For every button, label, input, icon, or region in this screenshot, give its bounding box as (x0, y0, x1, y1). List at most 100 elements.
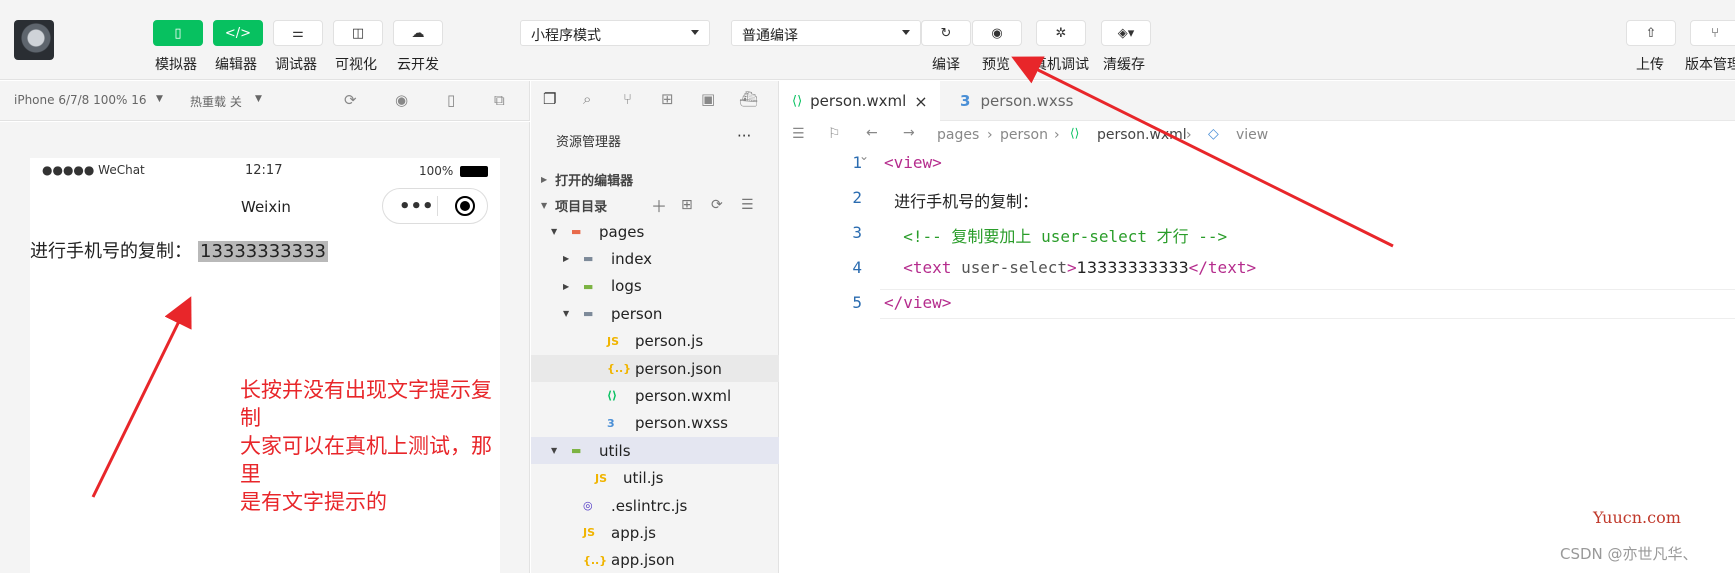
tree-item[interactable]: {..} app.json (531, 547, 779, 574)
tree-item[interactable]: JS util.js (531, 465, 779, 492)
breadcrumb-pages[interactable]: pages (937, 127, 979, 143)
chevron-down-icon: ▼ (551, 446, 558, 456)
search-icon[interactable]: ⌕ (583, 90, 591, 108)
forward-icon[interactable]: → (903, 125, 915, 141)
tree-item[interactable]: ▼ ▬ person (531, 300, 779, 327)
code-icon: </> (224, 25, 252, 41)
watermark-csdn: CSDN @亦世凡华、 (1560, 545, 1698, 563)
content-text: 进行手机号的复制： 13333333333 (30, 237, 328, 263)
upload-label: 上传 (1636, 57, 1664, 73)
fold-chevron-icon[interactable]: ⌄ (859, 149, 869, 163)
tree-item[interactable]: ▶ ▬ logs (531, 273, 779, 300)
refresh-icon[interactable]: ⟳ (711, 197, 723, 213)
explorer-more-button[interactable]: ··· (737, 127, 751, 145)
phone-number-text[interactable]: 13333333333 (198, 241, 328, 262)
close-icon[interactable]: × (914, 92, 927, 111)
tree-item-label: index (611, 249, 653, 268)
extensions-icon[interactable]: ⊞ (661, 90, 674, 108)
tree-item[interactable]: 3 person.wxss (531, 410, 779, 437)
new-folder-icon[interactable]: ⊞ (681, 197, 693, 213)
preview-button[interactable]: ◉ (972, 20, 1022, 46)
chevron-down-icon: ▼ (563, 309, 570, 319)
code-line: <text user-select>13333333333</text> (884, 258, 1256, 277)
close-capsule-icon[interactable] (455, 196, 475, 216)
chevron-down-icon: ▼ (541, 200, 548, 210)
compile-select[interactable]: 普通编译 (731, 20, 921, 46)
watermark-site: Yuucn.com (1593, 508, 1681, 527)
back-icon[interactable]: ← (866, 125, 878, 141)
capsule-button[interactable]: ••• (382, 188, 488, 224)
code-token: < (884, 153, 894, 172)
explorer-toolbar: ❐ ⌕ ⑂ ⊞ ▣ ⛴ (531, 81, 779, 121)
tree-item[interactable]: ▼ ▬ utils (531, 437, 779, 465)
upload-button[interactable]: ⇧ (1626, 20, 1676, 46)
cloud-dev-button[interactable]: ☁ (393, 20, 443, 46)
clear-cache-button[interactable]: ◈▾ (1101, 20, 1151, 46)
tree-item[interactable]: ▼ ▬ pages (531, 218, 779, 245)
device-select[interactable]: iPhone 6/7/8 100% 16 (14, 93, 147, 107)
tab-person-wxml[interactable]: ⟨⟩ person.wxml × (780, 81, 940, 121)
remote-debug-button[interactable]: ✲ (1036, 20, 1086, 46)
version-button[interactable]: ⑂ (1690, 20, 1735, 46)
nav-title: Weixin (241, 198, 291, 216)
mode-select[interactable]: 小程序模式 (520, 20, 710, 46)
editor-toggle-button[interactable]: </> (213, 20, 263, 46)
rotate-icon[interactable]: ⟳ (344, 91, 357, 109)
compile-button[interactable]: ↻ (921, 20, 971, 46)
code-line: <view> (884, 153, 942, 172)
explorer-title: 资源管理器 (556, 135, 622, 150)
bookmark-icon[interactable]: ⚐ (828, 126, 841, 142)
new-file-icon[interactable]: ＋ (651, 193, 667, 217)
tree-item[interactable]: {..} person.json (531, 355, 779, 382)
breadcrumb: ☰ ⚐ ← → pages › person › ⟨⟩ person.wxml … (792, 125, 1269, 143)
bug-icon: ✲ (1055, 25, 1067, 41)
simulator-toggle-button[interactable]: ▯ (153, 20, 203, 46)
project-dir-label: 项目目录 (555, 199, 608, 215)
chevron-down-icon: ▼ (551, 227, 558, 236)
collapse-icon[interactable]: ☰ (741, 197, 754, 213)
open-editors-section[interactable]: ▶ 打开的编辑器 (531, 167, 779, 191)
top-toolbar: ▯ </> ⚌ ◫ ☁ 模拟器 编辑器 调试器 可视化 云开发 小程序模式 普通… (0, 0, 1735, 80)
breadcrumb-view[interactable]: view (1236, 127, 1268, 143)
more-icon[interactable]: ••• (399, 196, 434, 217)
simulator-bar: iPhone 6/7/8 100% 16 ▼ 热重载 关 ▼ ⟳ ◉ ▯ ⧉ (0, 81, 530, 121)
eye-icon: ◉ (991, 25, 1003, 41)
breadcrumb-file[interactable]: person.wxml (1097, 127, 1187, 143)
device-icon[interactable]: ▯ (447, 91, 455, 109)
git-icon[interactable]: ⑂ (623, 90, 632, 108)
stop-icon[interactable]: ◉ (395, 91, 408, 109)
project-dir-section[interactable]: ▼ 项目目录 ＋ ⊞ ⟳ ☰ (531, 193, 779, 217)
tree-item[interactable]: ◎ .eslintrc.js (531, 492, 779, 519)
code-line: 进行手机号的复制： (884, 188, 1038, 212)
tree-item[interactable]: ▶ ▬ index (531, 245, 779, 272)
save-icon[interactable]: ▣ (701, 90, 715, 108)
annotation-line-1: 长按并没有出现文字提示复制 (240, 378, 492, 430)
annotation-note: 长按并没有出现文字提示复制 大家可以在真机上测试，那里 是有文字提示的 (240, 376, 500, 516)
visual-toggle-button[interactable]: ◫ (333, 20, 383, 46)
docker-icon[interactable]: ⛴ (739, 90, 758, 108)
code-token: user-select (951, 258, 1068, 277)
tree-item[interactable]: ⟨⟩ person.wxml (531, 382, 779, 409)
file-icon: JS (583, 526, 596, 540)
tab-person-wxss[interactable]: 3 person.wxss (960, 81, 1120, 121)
tree-item[interactable]: JS app.js (531, 519, 779, 546)
files-icon[interactable]: ❐ (543, 90, 556, 108)
sliders-icon: ⚌ (292, 25, 304, 41)
user-avatar[interactable] (14, 20, 54, 60)
breadcrumb-person[interactable]: person (1000, 127, 1048, 143)
chevron-right-icon: ▶ (563, 254, 570, 264)
cube-icon: ◇ (1208, 126, 1219, 142)
tree-item-label: person.wxss (635, 414, 728, 433)
visual-label: 可视化 (335, 57, 377, 73)
debugger-toggle-button[interactable]: ⚌ (273, 20, 323, 46)
folder-icon: ▬ (583, 279, 594, 293)
tree-item[interactable]: JS person.js (531, 328, 779, 355)
cloud-icon: ☁ (411, 25, 425, 41)
list-icon[interactable]: ☰ (792, 126, 805, 142)
branch-icon: ⑂ (1711, 25, 1719, 41)
popout-icon[interactable]: ⧉ (494, 91, 505, 109)
code-line: <!-- 复制要加上 user-select 才行 --> (884, 223, 1227, 247)
line-number: 4 (852, 258, 862, 277)
hot-reload-select[interactable]: 热重载 关 (190, 93, 242, 110)
mode-select-value: 小程序模式 (531, 28, 601, 44)
